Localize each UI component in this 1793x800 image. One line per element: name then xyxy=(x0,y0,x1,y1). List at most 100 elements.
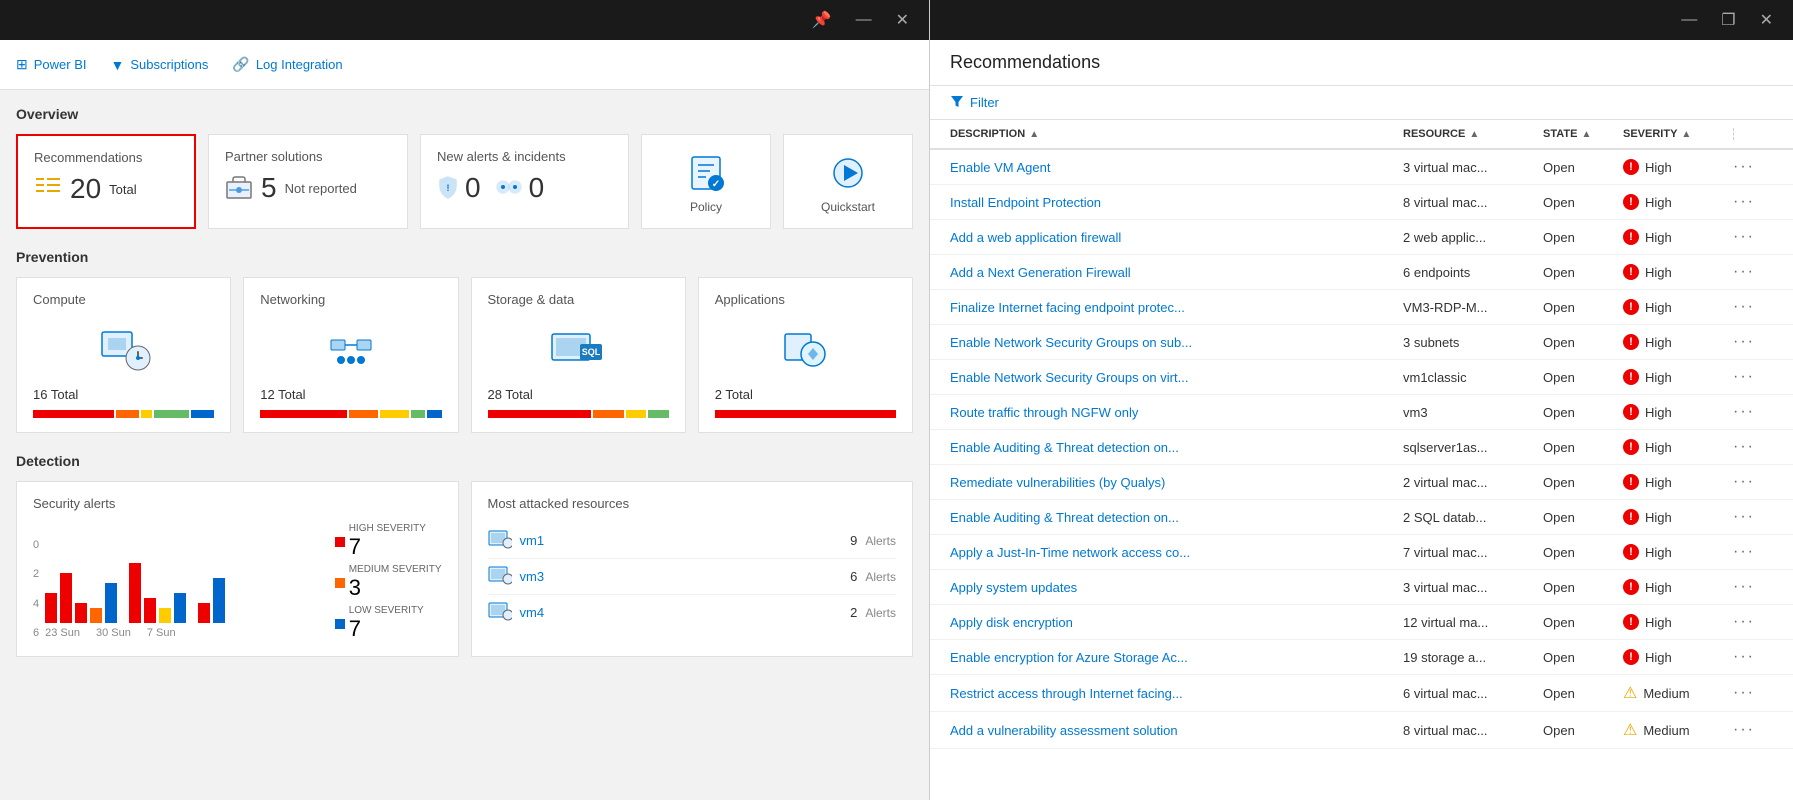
row-actions-button[interactable]: ··· xyxy=(1733,158,1773,176)
table-row[interactable]: Remediate vulnerabilities (by Qualys) 2 … xyxy=(930,465,1793,500)
attack-vm1-name[interactable]: vm1 xyxy=(520,533,843,548)
filter-button[interactable]: Filter xyxy=(950,94,999,111)
row-actions-button[interactable]: ··· xyxy=(1733,193,1773,211)
row-actions-button[interactable]: ··· xyxy=(1733,508,1773,526)
attack-vm4-label: Alerts xyxy=(865,606,896,620)
table-row[interactable]: Enable VM Agent 3 virtual mac... Open ! … xyxy=(930,150,1793,185)
medium-severity-icon: ⚠ xyxy=(1623,683,1637,703)
svg-text:SQL: SQL xyxy=(582,347,601,357)
bar-chart: 6 4 2 0 xyxy=(33,523,319,642)
row-actions-button[interactable]: ··· xyxy=(1733,333,1773,351)
table-row[interactable]: Apply a Just-In-Time network access co..… xyxy=(930,535,1793,570)
applications-title: Applications xyxy=(715,292,896,307)
attack-vm3-label: Alerts xyxy=(865,570,896,584)
table-row[interactable]: Add a web application firewall 2 web app… xyxy=(930,220,1793,255)
table-row[interactable]: Enable Auditing & Threat detection on...… xyxy=(930,430,1793,465)
security-alerts-card[interactable]: Security alerts 6 4 2 0 xyxy=(16,481,459,657)
row-actions-button[interactable]: ··· xyxy=(1733,403,1773,421)
storage-card[interactable]: Storage & data SQL 28 Total xyxy=(471,277,686,433)
alerts-count: 0 xyxy=(465,172,481,204)
table-row[interactable]: Apply disk encryption 12 virtual ma... O… xyxy=(930,605,1793,640)
most-attacked-card[interactable]: Most attacked resources vm1 9 Alerts xyxy=(471,481,914,657)
col-resource[interactable]: RESOURCE ▲ xyxy=(1403,128,1543,140)
compute-progress xyxy=(33,410,214,418)
severity-text: High xyxy=(1645,195,1672,210)
filter-label: Filter xyxy=(970,95,999,110)
row-actions-button[interactable]: ··· xyxy=(1733,578,1773,596)
row-actions-button[interactable]: ··· xyxy=(1733,368,1773,386)
table-row[interactable]: Route traffic through NGFW only vm3 Open… xyxy=(930,395,1793,430)
cell-description: Add a vulnerability assessment solution xyxy=(950,723,1403,738)
applications-card[interactable]: Applications 2 Total xyxy=(698,277,913,433)
attack-vm3-name[interactable]: vm3 xyxy=(520,569,843,584)
rp-close-button[interactable]: ✕ xyxy=(1752,6,1781,34)
table-row[interactable]: Enable Network Security Groups on sub...… xyxy=(930,325,1793,360)
table-row[interactable]: Enable encryption for Azure Storage Ac..… xyxy=(930,640,1793,675)
table-row[interactable]: Finalize Internet facing endpoint protec… xyxy=(930,290,1793,325)
row-actions-button[interactable]: ··· xyxy=(1733,543,1773,561)
row-actions-button[interactable]: ··· xyxy=(1733,263,1773,281)
row-actions-button[interactable]: ··· xyxy=(1733,298,1773,316)
pin-button[interactable]: 📌 xyxy=(804,6,840,34)
high-severity-value: 7 xyxy=(349,534,426,560)
attack-vm4-name[interactable]: vm4 xyxy=(520,605,843,620)
alerts-card[interactable]: New alerts & incidents ! 0 xyxy=(420,134,629,229)
cell-resource: vm1classic xyxy=(1403,370,1543,385)
bars-container: 23 Sun 30 Sun 7 Sun xyxy=(45,523,319,639)
nav-subscriptions[interactable]: ▼ Subscriptions xyxy=(110,57,208,73)
row-actions-button[interactable]: ··· xyxy=(1733,613,1773,631)
compute-card[interactable]: Compute 16 Total xyxy=(16,277,231,433)
cell-resource: 2 virtual mac... xyxy=(1403,475,1543,490)
high-severity-icon: ! xyxy=(1623,264,1639,280)
cell-description: Enable VM Agent xyxy=(950,160,1403,175)
col-severity[interactable]: SEVERITY ▲ xyxy=(1623,128,1733,140)
attack-vm3-count: 6 xyxy=(850,569,857,584)
y-axis: 6 4 2 0 xyxy=(33,539,43,639)
table-row[interactable]: Enable Network Security Groups on virt..… xyxy=(930,360,1793,395)
cell-severity: ! High xyxy=(1623,299,1733,315)
minimize-button[interactable]: — xyxy=(848,7,880,33)
col-description[interactable]: DESCRIPTION ▲ xyxy=(950,128,1403,140)
networking-card[interactable]: Networking 12 Total xyxy=(243,277,458,433)
high-severity-icon: ! xyxy=(1623,334,1639,350)
quickstart-card[interactable]: Quickstart xyxy=(783,134,913,229)
medium-severity-label: MEDIUM SEVERITY xyxy=(349,564,442,575)
vm4-icon xyxy=(488,601,512,624)
col-state-label: STATE xyxy=(1543,128,1577,140)
row-actions-button[interactable]: ··· xyxy=(1733,648,1773,666)
row-actions-button[interactable]: ··· xyxy=(1733,721,1773,739)
table-row[interactable]: Add a Next Generation Firewall 6 endpoin… xyxy=(930,255,1793,290)
rp-minimize-button[interactable]: — xyxy=(1673,7,1705,33)
log-icon: 🔗 xyxy=(232,56,249,73)
attack-item-vm1: vm1 9 Alerts xyxy=(488,523,897,559)
cell-description: Apply a Just-In-Time network access co..… xyxy=(950,545,1403,560)
severity-sort-icon: ▲ xyxy=(1681,129,1691,140)
recommendations-card[interactable]: Recommendations 20 Total xyxy=(16,134,196,229)
row-actions-button[interactable]: ··· xyxy=(1733,228,1773,246)
table-row[interactable]: Apply system updates 3 virtual mac... Op… xyxy=(930,570,1793,605)
table-row[interactable]: Add a vulnerability assessment solution … xyxy=(930,712,1793,749)
row-actions-button[interactable]: ··· xyxy=(1733,438,1773,456)
partner-solutions-card[interactable]: Partner solutions 5 Not reported xyxy=(208,134,408,229)
nav-power-bi[interactable]: ⊞ Power BI xyxy=(16,56,86,73)
rp-restore-button[interactable]: ❐ xyxy=(1713,6,1743,34)
chart-bars xyxy=(45,523,319,623)
recommendations-value: 20 Total xyxy=(34,173,178,205)
row-actions-button[interactable]: ··· xyxy=(1733,473,1773,491)
low-severity-value: 7 xyxy=(349,616,424,642)
close-button[interactable]: ✕ xyxy=(888,6,917,34)
low-severity-row: LOW SEVERITY 7 xyxy=(335,605,442,642)
recommendations-label: Total xyxy=(109,182,136,197)
row-actions-button[interactable]: ··· xyxy=(1733,684,1773,702)
cell-state: Open xyxy=(1543,300,1623,315)
cell-description: Enable encryption for Azure Storage Ac..… xyxy=(950,650,1403,665)
col-state[interactable]: STATE ▲ xyxy=(1543,128,1623,140)
high-severity-icon: ! xyxy=(1623,439,1639,455)
table-row[interactable]: Enable Auditing & Threat detection on...… xyxy=(930,500,1793,535)
policy-card[interactable]: ✓ Policy xyxy=(641,134,771,229)
table-row[interactable]: Restrict access through Internet facing.… xyxy=(930,675,1793,712)
severity-text: High xyxy=(1645,545,1672,560)
table-row[interactable]: Install Endpoint Protection 8 virtual ma… xyxy=(930,185,1793,220)
high-severity-icon: ! xyxy=(1623,474,1639,490)
nav-log-integration[interactable]: 🔗 Log Integration xyxy=(232,56,342,73)
